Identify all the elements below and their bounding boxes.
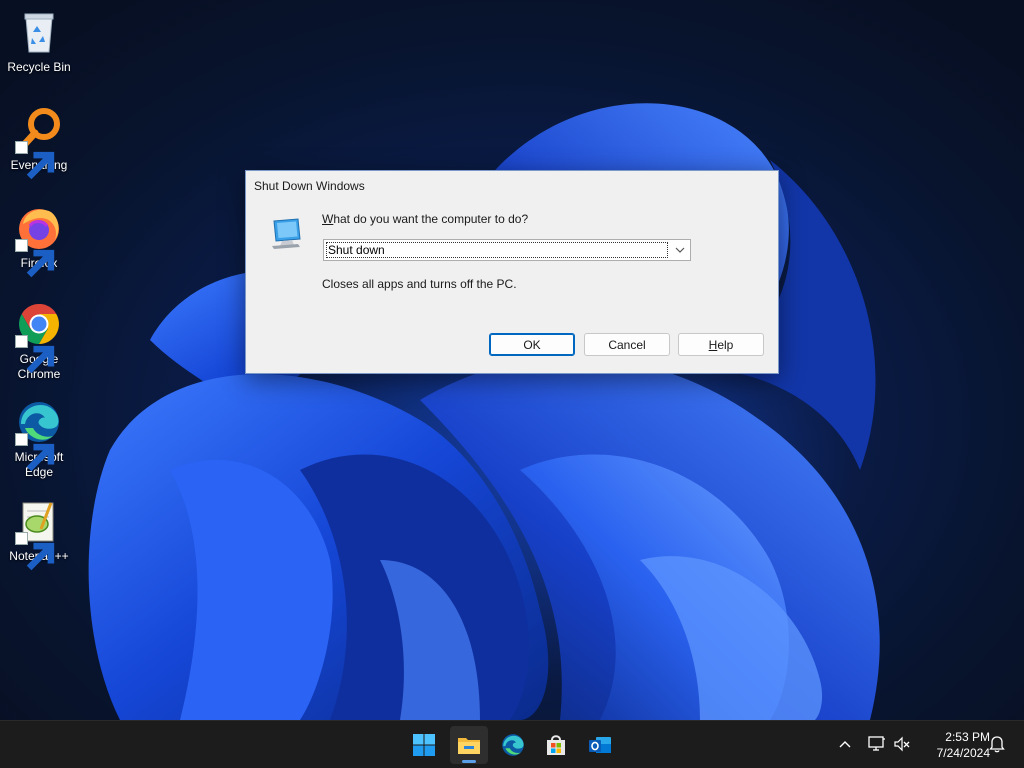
- shutdown-action-dropdown[interactable]: Shut down: [323, 239, 691, 261]
- taskbar-microsoft-store[interactable]: [537, 726, 575, 764]
- store-icon: [547, 735, 565, 755]
- active-app-indicator: [462, 760, 476, 763]
- desktop-icon-everything[interactable]: Everything: [2, 106, 76, 180]
- dialog-title: Shut Down Windows: [254, 179, 365, 193]
- desktop-icon-firefox[interactable]: Firefox: [2, 204, 76, 278]
- chevron-down-icon[interactable]: [670, 240, 690, 260]
- desktop-icon-google-chrome[interactable]: Google Chrome: [2, 300, 76, 382]
- taskbar-clock[interactable]: 2:53 PM 7/24/2024: [918, 729, 990, 761]
- notification-bell-icon[interactable]: [986, 733, 1008, 755]
- desktop-icon-notepad-plus-plus[interactable]: Notepad++: [2, 497, 76, 571]
- shortcut-arrow-icon: [15, 141, 55, 180]
- edge-icon: [502, 734, 524, 756]
- action-description: Closes all apps and turns off the PC.: [322, 277, 517, 291]
- desktop-icon-label: Recycle Bin: [7, 60, 71, 74]
- taskbar: 2:53 PM 7/24/2024: [0, 720, 1024, 768]
- shortcut-arrow-icon: [15, 433, 55, 472]
- shortcut-arrow-icon: [15, 239, 55, 278]
- outlook-icon: [589, 737, 611, 753]
- help-button[interactable]: Help: [678, 333, 764, 356]
- dropdown-selected-value: Shut down: [326, 242, 668, 258]
- clock-date: 7/24/2024: [936, 746, 990, 760]
- computer-monitor-icon: [272, 218, 301, 249]
- windows-start-icon: [413, 734, 435, 756]
- clock-time: 2:53 PM: [945, 730, 990, 744]
- file-explorer-icon: [458, 738, 480, 754]
- chevron-up-icon[interactable]: [834, 733, 856, 755]
- cancel-button[interactable]: Cancel: [584, 333, 670, 356]
- volume-muted-icon[interactable]: [891, 733, 913, 755]
- shortcut-arrow-icon: [15, 532, 55, 571]
- taskbar-file-explorer[interactable]: [450, 726, 488, 764]
- start-button[interactable]: [405, 726, 443, 764]
- shutdown-dialog[interactable]: Shut Down Windows What do you want the c…: [245, 170, 779, 374]
- taskbar-outlook[interactable]: [581, 726, 619, 764]
- taskbar-microsoft-edge[interactable]: [494, 726, 532, 764]
- ok-button[interactable]: OK: [489, 333, 575, 356]
- shortcut-arrow-icon: [15, 335, 55, 374]
- desktop-icon-recycle-bin[interactable]: Recycle Bin: [2, 8, 76, 75]
- network-icon[interactable]: [866, 733, 888, 755]
- shutdown-question-label: What do you want the computer to do?: [322, 212, 529, 226]
- desktop-icon-microsoft-edge[interactable]: Microsoft Edge: [2, 398, 76, 480]
- recycle-bin-icon: [24, 13, 54, 53]
